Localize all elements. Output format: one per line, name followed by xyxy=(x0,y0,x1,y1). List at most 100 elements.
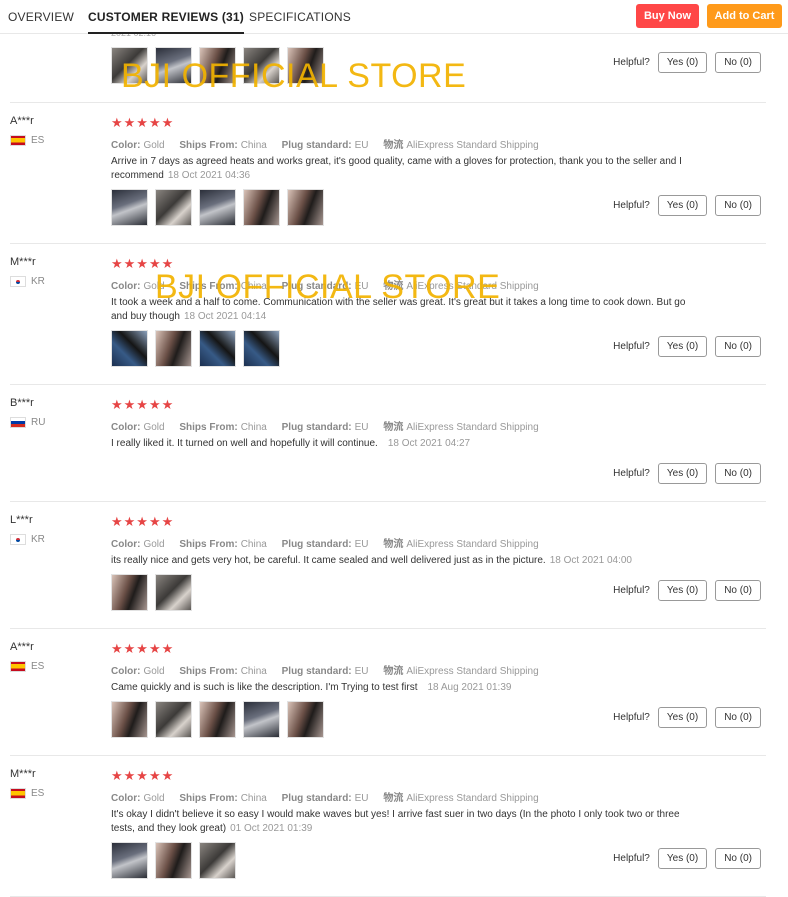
review-item: L***r KR ★★★★★ Color: Gold Ships From: Chi… xyxy=(10,502,766,629)
helpful-yes-button[interactable]: Yes (0) xyxy=(657,463,708,484)
review-sku-info: Color: Gold Ships From: China Plug standar… xyxy=(111,539,539,550)
review-photo[interactable] xyxy=(199,842,236,879)
review-author: A***r xyxy=(10,115,34,127)
tab-customer-reviews[interactable]: CUSTOMER REVIEWS (31) xyxy=(88,10,244,34)
review-photo[interactable] xyxy=(155,330,192,367)
helpful-yes-button[interactable]: Yes (0) xyxy=(657,336,708,357)
review-author: A***r xyxy=(10,641,34,653)
review-text: Came quickly and is such is like the des… xyxy=(111,682,512,693)
review-item-partial: 2021 02:16 Helpful? Yes (0) No (0) xyxy=(10,28,766,103)
country-code: KR xyxy=(31,276,45,287)
helpful-yes-button[interactable]: Yes (0) xyxy=(657,195,708,216)
review-photo[interactable] xyxy=(199,189,236,226)
helpful-label: Helpful? xyxy=(613,712,650,723)
review-author: M***r xyxy=(10,768,36,780)
review-item: A***r ES ★★★★★ Color: Gold Ships From: Chi… xyxy=(10,103,766,244)
product-tab-bar: OVERVIEW CUSTOMER REVIEWS (31) SPECIFICA… xyxy=(0,0,788,34)
review-photo[interactable] xyxy=(287,189,324,226)
review-item: M***r ES ★★★★★ Color: Gold Ships From: Chi… xyxy=(10,756,766,897)
russia-flag-icon xyxy=(10,417,26,428)
korea-flag-icon xyxy=(10,534,26,545)
rating-stars: ★★★★★ xyxy=(111,768,175,783)
review-photo[interactable] xyxy=(111,189,148,226)
tab-specifications[interactable]: SPECIFICATIONS xyxy=(249,10,351,24)
review-photo[interactable] xyxy=(199,330,236,367)
review-text: It took a week and a half to come. Commu… xyxy=(111,297,686,322)
spain-flag-icon xyxy=(10,135,26,146)
review-sku-info: Color: Gold Ships From: China Plug standar… xyxy=(111,666,539,677)
helpful-label: Helpful? xyxy=(613,585,650,596)
korea-flag-icon xyxy=(10,276,26,287)
country-code: KR xyxy=(31,534,45,545)
review-photo[interactable] xyxy=(111,574,148,611)
helpful-no-button[interactable]: No (0) xyxy=(715,195,761,216)
spain-flag-icon xyxy=(10,661,26,672)
helpful-yes-button[interactable]: Yes (0) xyxy=(657,848,708,869)
review-country: ES xyxy=(10,788,44,799)
review-photo[interactable] xyxy=(111,47,148,84)
rating-stars: ★★★★★ xyxy=(111,256,175,271)
review-photo[interactable] xyxy=(155,842,192,879)
rating-stars: ★★★★★ xyxy=(111,641,175,656)
review-date: 18 Aug 2021 01:39 xyxy=(427,682,512,693)
review-photo[interactable] xyxy=(243,330,280,367)
review-country: ES xyxy=(10,135,44,146)
helpful-no-button[interactable]: No (0) xyxy=(715,707,761,728)
review-date: 18 Oct 2021 04:14 xyxy=(183,311,267,322)
review-photo[interactable] xyxy=(199,701,236,738)
helpful-no-button[interactable]: No (0) xyxy=(715,336,761,357)
helpful-label: Helpful? xyxy=(613,200,650,211)
review-date: 18 Oct 2021 04:36 xyxy=(167,170,251,181)
review-photo[interactable] xyxy=(155,574,192,611)
review-photo[interactable] xyxy=(199,47,236,84)
review-photo[interactable] xyxy=(243,701,280,738)
rating-stars: ★★★★★ xyxy=(111,397,175,412)
review-country: ES xyxy=(10,661,44,672)
review-item: B***r RU ★★★★★ Color: Gold Ships From: Chi… xyxy=(10,385,766,502)
helpful-label: Helpful? xyxy=(613,57,650,68)
helpful-no-button[interactable]: No (0) xyxy=(715,580,761,601)
tab-overview[interactable]: OVERVIEW xyxy=(8,10,74,24)
rating-stars: ★★★★★ xyxy=(111,115,175,130)
helpful-label: Helpful? xyxy=(613,468,650,479)
review-photo[interactable] xyxy=(155,189,192,226)
review-date: 01 Oct 2021 01:39 xyxy=(230,823,313,834)
review-date: 18 Oct 2021 04:00 xyxy=(549,555,632,566)
country-code: RU xyxy=(31,417,46,428)
review-country: KR xyxy=(10,534,45,545)
review-item: A***r ES ★★★★★ Color: Gold Ships From: Chi… xyxy=(10,629,766,756)
helpful-yes-button[interactable]: Yes (0) xyxy=(657,580,708,601)
rating-stars: ★★★★★ xyxy=(111,514,175,529)
review-photo[interactable] xyxy=(155,47,192,84)
spain-flag-icon xyxy=(10,788,26,799)
review-photo[interactable] xyxy=(287,701,324,738)
country-code: ES xyxy=(31,788,45,799)
country-code: ES xyxy=(31,661,45,672)
review-photo[interactable] xyxy=(155,701,192,738)
review-sku-info: Color: Gold Ships From: China Plug standar… xyxy=(111,793,539,804)
review-photo[interactable] xyxy=(111,842,148,879)
add-to-cart-button[interactable]: Add to Cart xyxy=(707,4,782,28)
review-country: RU xyxy=(10,417,45,428)
country-code: ES xyxy=(31,135,45,146)
helpful-no-button[interactable]: No (0) xyxy=(715,52,761,73)
review-photo[interactable] xyxy=(243,47,280,84)
helpful-yes-button[interactable]: Yes (0) xyxy=(657,52,708,73)
review-text: It's okay I didn't believe it so easy I … xyxy=(111,809,680,834)
review-text: I really liked it. It turned on well and… xyxy=(111,438,471,449)
review-photo[interactable] xyxy=(111,701,148,738)
helpful-yes-button[interactable]: Yes (0) xyxy=(657,707,708,728)
helpful-label: Helpful? xyxy=(613,341,650,352)
review-author: B***r xyxy=(10,397,34,409)
review-date: 18 Oct 2021 04:27 xyxy=(387,438,471,449)
helpful-no-button[interactable]: No (0) xyxy=(715,848,761,869)
buy-now-button[interactable]: Buy Now xyxy=(636,4,699,28)
review-sku-info: Color: Gold Ships From: China Plug standar… xyxy=(111,140,539,151)
review-item: M***r KR ★★★★★ Color: Gold Ships From: Chi… xyxy=(10,244,766,385)
review-photo[interactable] xyxy=(287,47,324,84)
helpful-no-button[interactable]: No (0) xyxy=(715,463,761,484)
review-country: KR xyxy=(10,276,45,287)
review-list: 2021 02:16 Helpful? Yes (0) No (0) A***r… xyxy=(0,28,788,897)
review-photo[interactable] xyxy=(243,189,280,226)
review-photo[interactable] xyxy=(111,330,148,367)
